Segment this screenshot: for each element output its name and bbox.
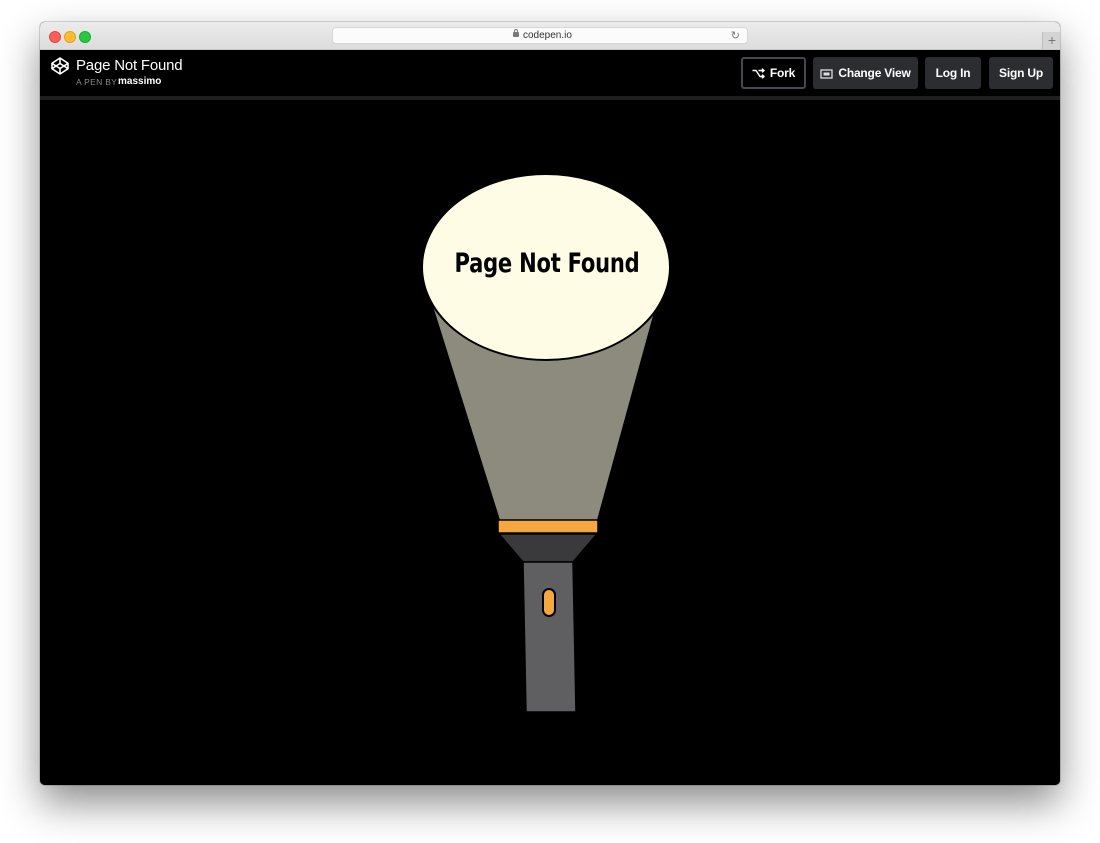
change-view-label: Change View [838, 66, 911, 80]
login-button[interactable]: Log In [925, 57, 981, 89]
signup-button[interactable]: Sign Up [989, 57, 1053, 89]
change-view-button[interactable]: Change View [813, 57, 918, 89]
close-window-button[interactable] [49, 31, 61, 43]
fork-icon [752, 67, 765, 79]
new-tab-button[interactable]: + [1042, 32, 1060, 49]
signup-button-label: Sign Up [999, 66, 1043, 80]
reload-icon[interactable]: ↻ [731, 29, 740, 42]
not-found-message: Page Not Found [454, 248, 640, 279]
change-view-icon [820, 68, 834, 79]
flashlight-bezel [497, 519, 599, 534]
browser-titlebar: codepen.io ↻ + [40, 22, 1060, 50]
pen-by-label: A PEN BY [76, 77, 118, 87]
pen-header: Page Not Found A PEN BY massimo Fork Cha… [40, 50, 1060, 96]
address-bar-url: codepen.io [523, 30, 572, 41]
login-button-label: Log In [935, 66, 971, 80]
address-bar[interactable]: codepen.io ↻ [332, 27, 748, 44]
plus-icon: + [1047, 32, 1057, 48]
pen-preview: Page Not Found [40, 100, 1060, 785]
fork-button[interactable]: Fork [741, 57, 806, 89]
flashlight-head [497, 533, 599, 563]
pen-author-link[interactable]: massimo [118, 76, 161, 87]
fork-button-label: Fork [769, 66, 796, 80]
flashlight-body [522, 561, 577, 713]
maximize-window-button[interactable] [79, 31, 91, 43]
flashlight-illustration [421, 173, 671, 713]
flashlight-switch [542, 588, 556, 617]
codepen-logo-icon[interactable] [50, 56, 70, 76]
pen-title[interactable]: Page Not Found [76, 57, 183, 74]
browser-window: codepen.io ↻ + Page Not Found A PEN BY m… [40, 22, 1060, 785]
minimize-window-button[interactable] [64, 31, 76, 43]
lock-icon [513, 29, 519, 37]
